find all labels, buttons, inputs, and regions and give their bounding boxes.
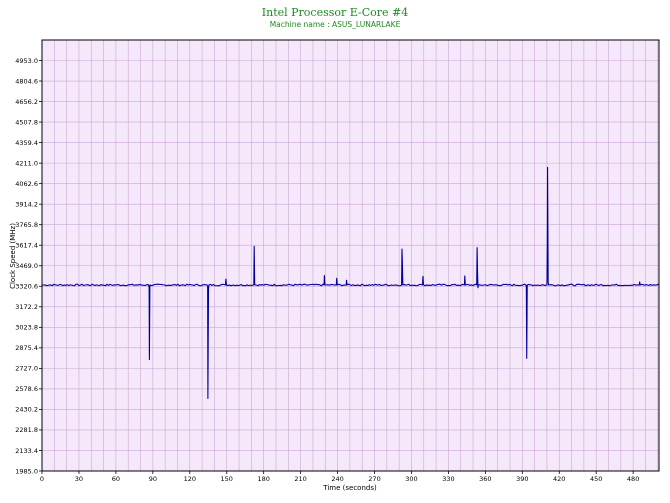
y-tick-label: 2430.2 — [15, 406, 38, 414]
y-axis-ticks: 1985.0 2133.4 2281.8 2430.2 2578.6 2727.0 2875… — [15, 57, 42, 475]
x-tick-label: 330 — [442, 475, 454, 483]
y-tick-label: 2875.4 — [15, 344, 38, 352]
y-tick-label: 3023.8 — [15, 324, 38, 332]
y-tick-label: 2727.0 — [15, 365, 38, 373]
x-tick-label: 210 — [294, 475, 306, 483]
x-tick-label: 150 — [221, 475, 233, 483]
y-tick-label: 2281.8 — [15, 426, 38, 434]
x-tick-label: 450 — [590, 475, 602, 483]
plot-area — [42, 40, 659, 471]
x-tick-label: 300 — [405, 475, 417, 483]
y-tick-label: 2133.4 — [15, 447, 38, 455]
x-tick-label: 0 — [40, 475, 44, 483]
y-tick-label: 3469.0 — [15, 262, 38, 270]
x-tick-label: 390 — [516, 475, 528, 483]
y-tick-label: 4656.2 — [15, 98, 38, 106]
x-tick-label: 120 — [184, 475, 196, 483]
y-tick-label: 3172.2 — [15, 303, 38, 311]
y-tick-label: 4359.4 — [15, 139, 38, 147]
x-axis-label: Time (seconds) — [322, 484, 377, 492]
x-tick-label: 60 — [112, 475, 120, 483]
y-tick-label: 4953.0 — [15, 57, 38, 65]
x-tick-label: 270 — [368, 475, 380, 483]
clock-speed-chart: 0 30 60 90 120 150 180 210 240 270 300 330 360 390 420… — [9, 39, 660, 492]
x-tick-label: 180 — [257, 475, 269, 483]
y-tick-label: 4062.6 — [15, 180, 38, 188]
x-tick-label: 90 — [149, 475, 157, 483]
x-tick-label: 420 — [553, 475, 565, 483]
x-tick-label: 480 — [627, 475, 639, 483]
y-tick-label: 4507.8 — [15, 118, 38, 126]
y-axis-label: Clock Speed (MHz) — [9, 223, 17, 289]
x-tick-label: 240 — [331, 475, 343, 483]
y-tick-label: 3320.6 — [15, 283, 38, 291]
y-tick-label: 3617.4 — [15, 242, 38, 250]
y-tick-label: 1985.0 — [15, 467, 38, 475]
y-tick-label: 3914.2 — [15, 200, 38, 208]
y-tick-label: 2578.6 — [15, 385, 38, 393]
y-tick-label: 3765.8 — [15, 221, 38, 229]
x-tick-label: 360 — [479, 475, 491, 483]
x-axis-ticks: 0 30 60 90 120 150 180 210 240 270 300 330 360 390 420… — [40, 471, 639, 483]
y-tick-label: 4211.0 — [15, 159, 38, 167]
x-tick-label: 30 — [75, 475, 83, 483]
y-tick-label: 4804.6 — [15, 77, 38, 85]
